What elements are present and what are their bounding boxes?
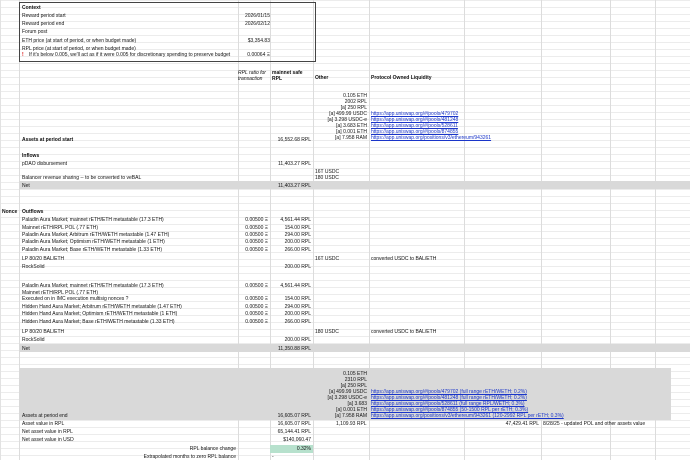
outflow-ratio[interactable]: 0.00500 Ξ [238,319,268,325]
outflow-label: Executed on in IMC execution multisig no… [22,296,129,302]
header-other: Other [315,75,329,81]
extrapolated-value[interactable]: - [272,454,274,460]
net-outflow-rpl[interactable]: 11,350.88 RPL [270,346,311,352]
inflow-label: pDAO disbursement [22,161,68,167]
outflow-label: Paladin Aura Market; mainnet rETH/ETH me… [22,283,164,289]
outflow-note: converted USDC to BAL/ETH [371,329,437,335]
inflow-label: Balancer revenue sharing -- to be conver… [22,175,142,181]
context-value[interactable]: 2026/01/15 [220,13,270,19]
summary-label: Net asset value in USD [22,437,74,443]
balance-change-label: RPL balance change [189,446,236,452]
context-label: Reward period end [22,21,65,27]
outflow-ratio[interactable]: 0.00500 Ξ [238,296,268,302]
outflow-rpl[interactable]: 154.00 RPL [270,225,311,231]
summary-extra[interactable]: 47,429.41 RPL [464,421,539,427]
summary-label: Asset value in RPL [22,421,65,427]
outflow-rpl[interactable]: 294.00 RPL [270,304,311,310]
assets-end-label: Assets at period end [22,413,68,419]
outflow-ratio[interactable]: 0.00500 Ξ [238,304,268,310]
outflow-rpl[interactable]: 266.00 RPL [270,247,311,253]
outflow-rpl[interactable]: 200.00 RPL [270,337,311,343]
outflow-label: RockSolid [22,337,45,343]
outflow-rpl[interactable]: 294.00 RPL [270,232,311,238]
summary-rpl[interactable]: 16,605.07 RPL [270,421,311,427]
header-ratio: RPL ratio for transaction [238,70,266,82]
assets-start-rpl[interactable]: 16,552.68 RPL [270,137,311,143]
net-label: Net [22,183,30,189]
outflow-rpl[interactable]: 154.00 RPL [270,296,311,302]
outflow-label: LP 80/20 BAL/ETH [22,256,65,262]
outflows-title: Outflows [22,209,44,215]
outflow-label: RockSolid [22,264,45,270]
outflow-label: Mainnet rETH/RPL POL (.77 ETH) [22,225,99,231]
summary-label: Net asset value in RPL [22,429,73,435]
summary-rpl[interactable]: $140,060.47 [270,437,311,443]
outflow-note: converted USDC to BAL/ETH [371,256,437,262]
summary-note: 8/28/25 - updated POL and other assets v… [543,421,646,427]
net-inflow-band [19,181,690,189]
outflow-rpl[interactable]: 4,561.44 RPL [270,283,311,289]
outflow-ratio[interactable]: 0.00500 Ξ [238,247,268,253]
summary-other[interactable]: 1,109.93 RPL [336,421,367,427]
inflow-other[interactable]: 16T USDC 180 USDC [315,169,339,181]
outflow-other[interactable]: 16T USDC [315,256,339,262]
assets-start-label: Assets at period start [22,137,74,143]
outflow-rpl[interactable]: 200.00 RPL [270,239,311,245]
outflow-label: Paladin Aura Market; Arbitrum rETH/WETH … [22,232,170,238]
context-value[interactable]: $3,354.83 [220,38,270,44]
outflow-rpl[interactable]: 200.00 RPL [270,264,311,270]
context-label: Reward period start [22,13,66,19]
outflow-rpl[interactable]: 200.00 RPL [270,311,311,317]
pool-link[interactable]: https://app.uniswap.org/positions/v3/eth… [371,413,564,419]
net-label: Net [22,346,30,352]
outflow-label: Hidden Hand Aura Market; Base rETH/WETH … [22,319,175,325]
net-outflow-band [19,344,690,352]
outflow-ratio[interactable]: 0.00500 Ξ [238,239,268,245]
outflow-label: Paladin Aura Market; Base rETH/WETH meta… [22,247,163,253]
context-label: Forum post [22,29,48,35]
warning-icon: ! [22,52,24,58]
asset-line: [a] 7.958 RAM [335,413,367,419]
outflow-ratio[interactable]: 0.00500 Ξ [238,225,268,231]
outflow-ratio[interactable]: 0.00500 Ξ [238,311,268,317]
outflow-side-label: Nonce [2,209,18,215]
header-pol: Protocol Owned Liquidity [371,75,432,81]
summary-rpl[interactable]: 65,144.41 RPL [270,429,311,435]
context-value[interactable]: 2026/02/12 [220,21,270,27]
outflow-label: Hidden Hand Aura Market; Arbitrum rETH/W… [22,304,182,310]
outflow-ratio[interactable]: 0.00500 Ξ [238,283,268,289]
context-warning: If it's below 0.005, we'll act as if it … [29,52,231,58]
inflows-title: Inflows [22,153,40,159]
assets-end-rpl[interactable]: 16,605.07 RPL [270,413,311,419]
header-mainnet-safe: mainnet safe RPL [272,70,303,82]
outflow-ratio[interactable]: 0.00500 Ξ [238,232,268,238]
outflow-label: LP 80/20 BAL/ETH [22,329,65,335]
outflow-rpl[interactable]: 266.00 RPL [270,319,311,325]
net-inflow-rpl[interactable]: 11,403.27 RPL [270,183,311,189]
balance-change-value[interactable]: 0.32% [270,446,311,452]
outflow-label: Paladin Aura Market; mainnet rETH/ETH me… [22,217,164,223]
outflow-label: Paladin Aura Market; Optimism rETH/WETH … [22,239,165,245]
outflow-other[interactable]: 180 USDC [315,329,339,335]
context-title: Context [22,5,41,11]
outflow-rpl[interactable]: 4,561.44 RPL [270,217,311,223]
asset-line: [a] 7.958 RAM [335,135,367,141]
inflow-rpl[interactable]: 11,403.27 RPL [270,161,311,167]
context-label: ETH price (at start of period, or when b… [22,38,137,44]
outflow-label: Hidden Hand Aura Market; Optimism rETH/W… [22,311,178,317]
outflow-ratio[interactable]: 0.00500 Ξ [238,217,268,223]
pool-link[interactable]: https://app.uniswap.org/positions/v3/eth… [371,135,491,141]
extrapolated-label: Extrapolated months to zero RPL balance [143,454,236,460]
